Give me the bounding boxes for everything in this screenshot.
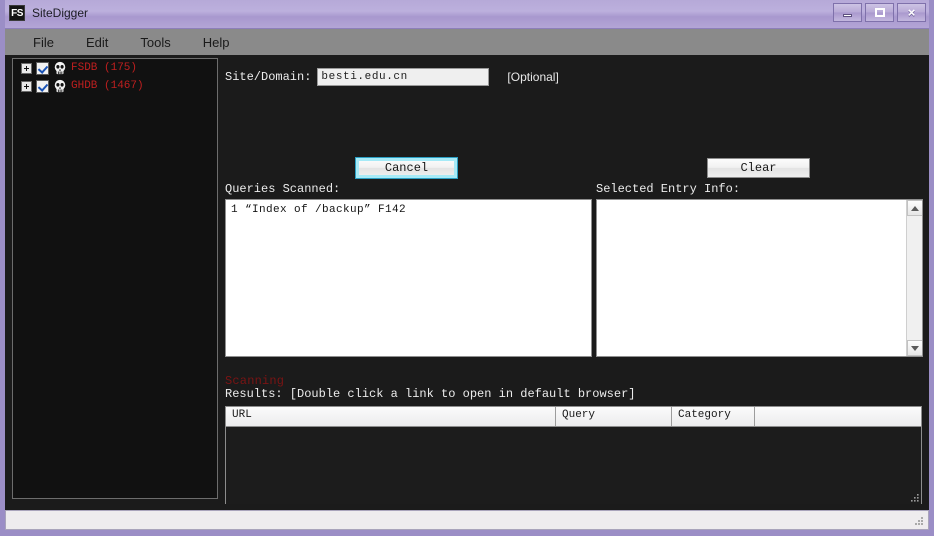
maximize-button[interactable] (865, 3, 894, 22)
skull-icon (54, 61, 66, 75)
client-area: FSDB (175) GHDB (1467) Site/Domain: best… (5, 55, 929, 510)
close-button[interactable]: × (897, 3, 926, 22)
plus-icon[interactable] (21, 62, 32, 74)
plus-icon[interactable] (21, 80, 32, 92)
queries-scanned-line: 1 “Index of /backup” F142 (231, 204, 407, 216)
app-logo-icon: FS (9, 5, 25, 21)
results-table-body[interactable] (226, 427, 921, 504)
table-resize-grip-icon (911, 494, 919, 502)
selected-entry-info-textarea[interactable] (596, 199, 923, 357)
results-table-header: URL Query Category (226, 407, 921, 427)
site-domain-label: Site/Domain: (225, 70, 312, 84)
title-bar: FS SiteDigger × (0, 0, 934, 29)
site-domain-input[interactable] (317, 68, 490, 86)
checkbox-fsdb[interactable] (36, 61, 49, 75)
tree-item-label: GHDB (1467) (71, 79, 144, 92)
title-bar-left: FS SiteDigger (9, 5, 88, 21)
menu-item-help[interactable]: Help (187, 32, 246, 53)
maximize-icon (874, 8, 885, 17)
tree-item-ghdb[interactable]: GHDB (1467) (13, 77, 217, 95)
chevron-down-icon (911, 345, 919, 351)
queries-scanned-textarea[interactable]: 1 “Index of /backup” F142 (225, 199, 592, 357)
results-column-category[interactable]: Category (672, 407, 755, 426)
selected-entry-info-label: Selected Entry Info: (596, 182, 741, 196)
menu-bar: File Edit Tools Help (5, 29, 929, 55)
chevron-up-icon (911, 205, 919, 211)
menu-item-file[interactable]: File (17, 32, 70, 53)
close-icon: × (907, 5, 916, 20)
clear-button[interactable]: Clear (707, 158, 810, 178)
optional-note: [Optional] (507, 70, 559, 84)
checkbox-ghdb[interactable] (36, 79, 49, 93)
results-column-extra[interactable] (755, 407, 921, 426)
sitedigger-window: FS SiteDigger × File Edit Tools Help FSD… (0, 0, 934, 536)
menu-item-tools[interactable]: Tools (124, 32, 186, 53)
status-bar (5, 510, 929, 530)
results-column-url[interactable]: URL (226, 407, 556, 426)
site-domain-row: Site/Domain: [Optional] (225, 68, 559, 86)
tree-item-label: FSDB (175) (71, 61, 138, 74)
window-controls: × (833, 3, 926, 22)
main-content: Site/Domain: [Optional] Cancel Clear Que… (220, 55, 929, 510)
selected-entry-scrollbar[interactable] (906, 200, 922, 356)
scanning-status: Scanning (225, 374, 285, 388)
skull-icon (54, 79, 66, 93)
minimize-button[interactable] (833, 3, 862, 22)
results-table[interactable]: URL Query Category (225, 406, 922, 504)
menu-item-edit[interactable]: Edit (70, 32, 124, 53)
window-resize-grip-icon[interactable] (913, 515, 925, 527)
window-title: SiteDigger (32, 6, 89, 20)
tree-item-fsdb[interactable]: FSDB (175) (13, 59, 217, 77)
minimize-icon (843, 14, 852, 17)
cancel-button[interactable]: Cancel (356, 158, 457, 178)
scroll-down-button[interactable] (907, 340, 922, 356)
results-column-query[interactable]: Query (556, 407, 672, 426)
database-tree-panel[interactable]: FSDB (175) GHDB (1467) (12, 58, 218, 499)
scroll-up-button[interactable] (907, 200, 922, 216)
results-label: Results: [Double click a link to open in… (225, 387, 636, 401)
queries-scanned-label: Queries Scanned: (225, 182, 341, 196)
